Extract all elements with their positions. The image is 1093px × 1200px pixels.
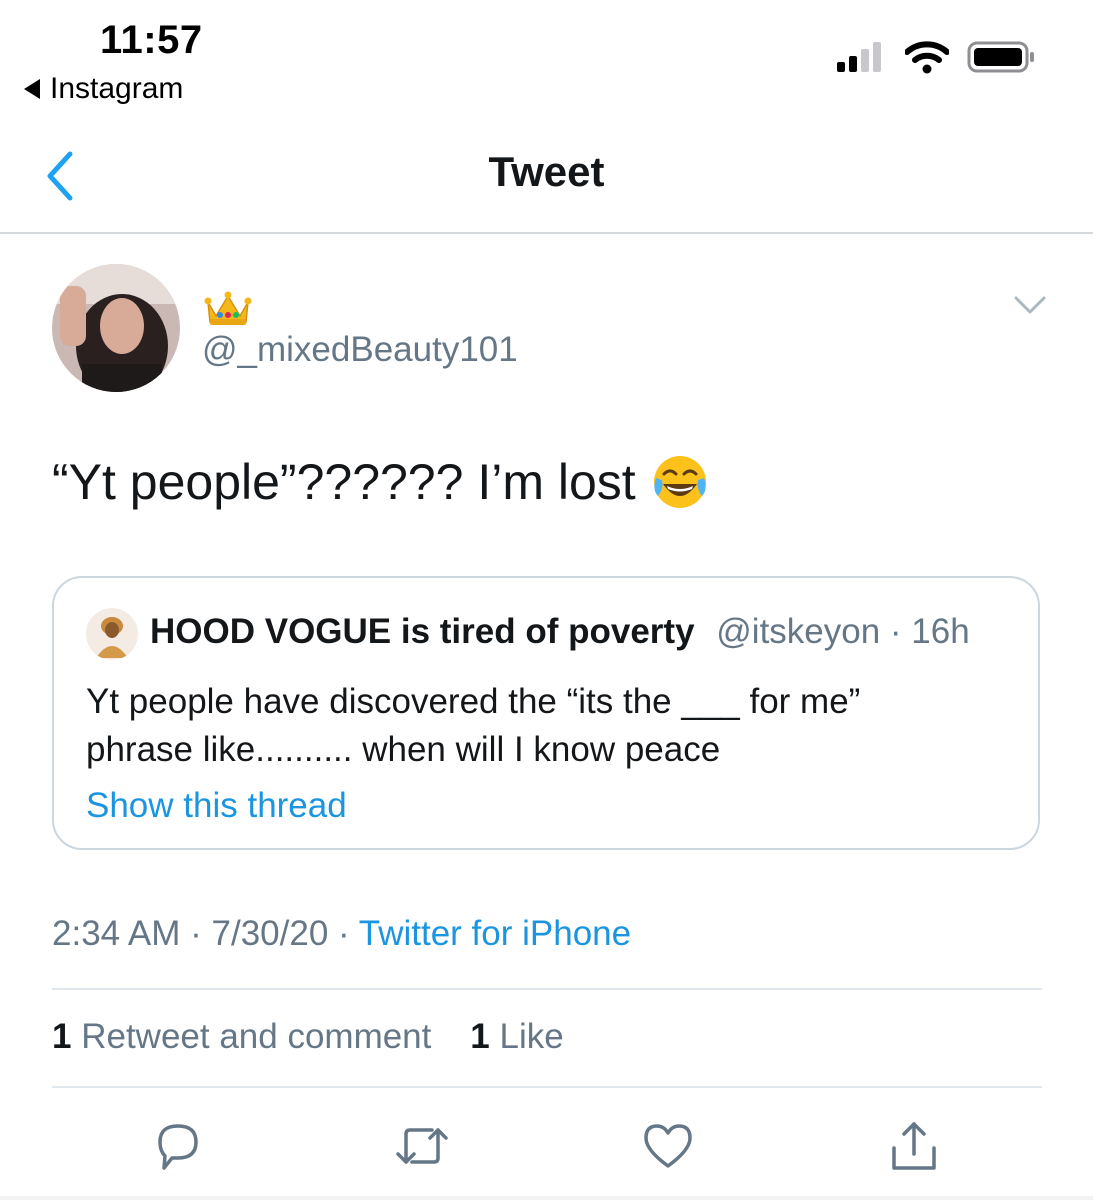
tweet-text-content: “Yt people”?????? I’m lost xyxy=(52,454,636,510)
tweet-text: “Yt people”?????? I’m lost xyxy=(52,452,710,512)
retweets-stat[interactable]: 1 Retweet and comment xyxy=(52,1017,431,1056)
nav-divider xyxy=(0,232,1093,234)
wifi-icon xyxy=(905,41,949,74)
status-time: 11:57 xyxy=(100,18,203,62)
divider xyxy=(52,1086,1042,1088)
like-icon xyxy=(644,1124,692,1168)
likes-count: 1 xyxy=(470,1017,490,1056)
page-title: Tweet xyxy=(488,148,605,195)
back-to-app-link[interactable]: Instagram xyxy=(24,72,183,106)
timestamp: 2:34 AM · 7/30/20 · xyxy=(52,914,359,953)
back-app-label: Instagram xyxy=(50,72,184,105)
quoted-avatar[interactable] xyxy=(86,608,138,660)
face-with-tears-of-joy-emoji xyxy=(653,456,706,508)
quoted-text-line-2: phrase like.......... when will I know p… xyxy=(86,730,721,769)
show-thread-link[interactable]: Show this thread xyxy=(86,786,347,826)
avatar[interactable] xyxy=(52,264,180,392)
crown-emoji xyxy=(204,291,252,325)
reply-button[interactable] xyxy=(148,1116,208,1176)
back-triangle-icon xyxy=(24,79,40,99)
retweets-label: Retweet and comment xyxy=(81,1017,432,1056)
engagement-stats: 1 Retweet and comment 1 Like xyxy=(52,1017,564,1057)
retweets-count: 1 xyxy=(52,1017,72,1056)
reply-icon xyxy=(158,1124,198,1170)
battery-icon xyxy=(967,41,1034,73)
source-link[interactable]: Twitter for iPhone xyxy=(359,914,631,953)
user-handle[interactable]: @_mixedBeauty101 xyxy=(202,330,518,370)
quoted-meta: @itskeyon · 16h xyxy=(716,612,970,651)
chevron-down-icon[interactable] xyxy=(1012,292,1048,320)
quoted-display-name: HOOD VOGUE is tired of poverty xyxy=(150,612,695,651)
quoted-text-line-1: Yt people have discovered the “its the _… xyxy=(86,682,861,721)
status-icons xyxy=(837,40,1037,74)
share-button[interactable] xyxy=(884,1116,944,1176)
quoted-tweet-text: Yt people have discovered the “its the _… xyxy=(86,678,1026,774)
timestamp-row: 2:34 AM · 7/30/20 · Twitter for iPhone xyxy=(52,914,631,954)
bottom-edge xyxy=(0,1196,1093,1200)
retweet-button[interactable] xyxy=(392,1116,452,1176)
cellular-signal-icon xyxy=(837,42,881,72)
quoted-header: HOOD VOGUE is tired of poverty @itskeyon… xyxy=(150,612,970,652)
divider xyxy=(52,988,1042,990)
likes-stat[interactable]: 1 Like xyxy=(470,1017,563,1056)
share-icon xyxy=(892,1122,936,1170)
retweet-icon xyxy=(396,1128,448,1164)
like-button[interactable] xyxy=(638,1116,698,1176)
likes-label: Like xyxy=(499,1017,564,1056)
